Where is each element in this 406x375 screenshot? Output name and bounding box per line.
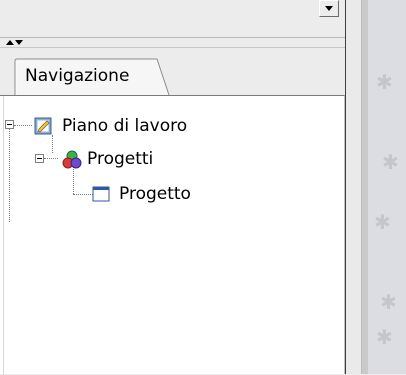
watermark-icon: ✱ — [376, 325, 393, 349]
tree-item-label: Piano di lavoro — [62, 116, 188, 136]
projects-icon — [62, 150, 82, 170]
tab-navigazione[interactable]: Navigazione — [14, 58, 172, 95]
tree-item-progetti[interactable]: Progetti — [34, 149, 344, 171]
collapse-up-icon[interactable] — [6, 40, 14, 45]
chevron-down-icon — [325, 6, 333, 11]
splitter[interactable] — [0, 47, 360, 48]
tree-item-progetto[interactable]: Progetto — [92, 184, 344, 206]
expand-down-icon[interactable] — [15, 40, 23, 45]
tree-connector — [9, 126, 10, 222]
tree-item-label: Progetti — [87, 149, 154, 169]
divider — [0, 37, 360, 38]
workspace-icon — [34, 116, 54, 136]
tree-item-piano-di-lavoro[interactable]: Piano di lavoro — [4, 116, 344, 138]
toolbar-strip — [0, 0, 360, 38]
dropdown-button[interactable] — [319, 0, 339, 17]
watermark-icon: ✱ — [380, 290, 397, 314]
watermark-icon: ✱ — [374, 210, 391, 234]
collapse-toggle[interactable] — [35, 154, 44, 163]
tree-item-label: Progetto — [119, 184, 191, 204]
background-area: ✱ ✱ ✱ ✱ ✱ — [368, 0, 406, 374]
scrollbar[interactable] — [346, 0, 362, 374]
watermark-icon: ✱ — [376, 70, 393, 94]
project-window-icon — [92, 186, 110, 202]
tree-connector — [73, 167, 74, 194]
collapse-toggle[interactable] — [5, 120, 14, 129]
navigation-tree: Piano di lavoro Progetti Progetto — [0, 95, 345, 375]
watermark-icon: ✱ — [382, 150, 399, 174]
tree-connector — [73, 194, 93, 195]
tab-label: Navigazione — [25, 66, 130, 86]
